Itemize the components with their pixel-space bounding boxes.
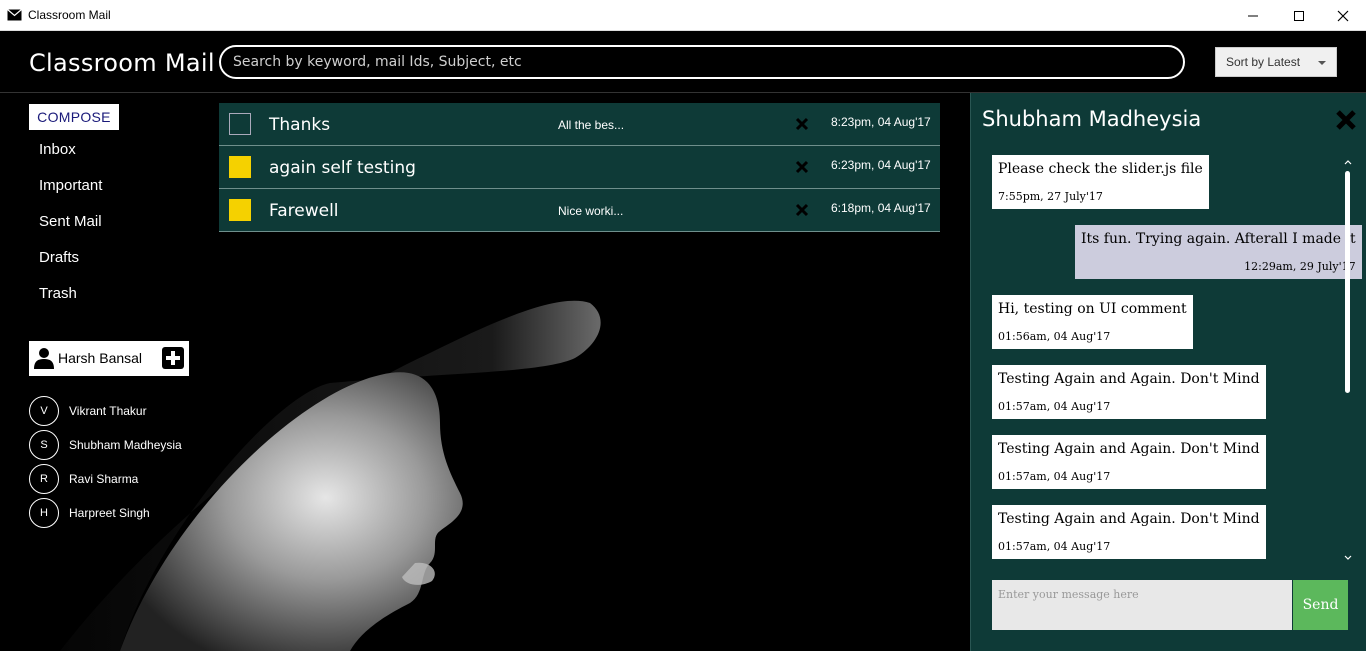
- mail-subject: Farewell: [269, 201, 339, 221]
- chevron-down-icon: [1318, 61, 1326, 65]
- mail-row[interactable]: Thanks All the bes... 8:23pm, 04 Aug'17: [219, 103, 940, 146]
- maximize-button[interactable]: [1276, 0, 1322, 31]
- nav-item-drafts[interactable]: Drafts: [39, 249, 102, 285]
- message-text: Testing Again and Again. Don't Mind: [998, 441, 1260, 457]
- mail-subject: again self testing: [269, 158, 416, 178]
- contact-avatar: V: [29, 396, 59, 426]
- message-text: Testing Again and Again. Don't Mind: [998, 371, 1260, 387]
- chat-message-own: Its fun. Trying again. Afterall I made i…: [1075, 225, 1362, 279]
- mail-list: Thanks All the bes... 8:23pm, 04 Aug'17 …: [219, 103, 940, 232]
- message-time: 01:57am, 04 Aug'17: [998, 400, 1111, 413]
- minimize-button[interactable]: [1230, 0, 1276, 31]
- contact-name: Harpreet Singh: [69, 506, 150, 520]
- close-window-button[interactable]: [1320, 0, 1366, 31]
- message-text: Hi, testing on UI comment: [998, 301, 1187, 317]
- delete-icon[interactable]: [795, 203, 809, 217]
- chat-message: Testing Again and Again. Don't Mind 01:5…: [992, 435, 1266, 489]
- mail-snippet: Nice worki...: [558, 204, 624, 218]
- close-icon: [1337, 10, 1349, 21]
- message-time: 01:57am, 04 Aug'17: [998, 540, 1111, 553]
- nav-item-inbox[interactable]: Inbox: [39, 141, 102, 177]
- mail-time: 6:18pm, 04 Aug'17: [831, 201, 931, 215]
- app-header: Classroom Mail Sort by Latest: [0, 31, 1366, 93]
- window-title: Classroom Mail: [28, 8, 111, 22]
- chat-contact-name: Shubham Madheysia: [982, 107, 1202, 131]
- minimize-icon: [1248, 15, 1258, 16]
- brand-title: Classroom Mail: [29, 49, 215, 77]
- current-user-card: Harsh Bansal: [29, 341, 189, 376]
- window-titlebar: Classroom Mail: [0, 0, 1366, 31]
- chat-message: Testing Again and Again. Don't Mind 01:5…: [992, 365, 1266, 419]
- mail-subject: Thanks: [269, 115, 331, 135]
- message-time: 7:55pm, 27 July'17: [998, 190, 1103, 203]
- mail-icon: [7, 9, 22, 21]
- chat-message: Please check the slider.js file 7:55pm, …: [992, 155, 1209, 209]
- contact-avatar: H: [29, 498, 59, 528]
- message-text: Its fun. Trying again. Afterall I made i…: [1081, 231, 1356, 247]
- nav-item-sent-mail[interactable]: Sent Mail: [39, 213, 102, 249]
- mail-checkbox[interactable]: [229, 113, 251, 135]
- mail-snippet: All the bes...: [558, 118, 625, 132]
- sort-dropdown[interactable]: Sort by Latest: [1215, 47, 1337, 77]
- contact-name: Shubham Madheysia: [69, 438, 182, 452]
- chat-message: Hi, testing on UI comment 01:56am, 04 Au…: [992, 295, 1193, 349]
- add-contact-icon[interactable]: [162, 347, 184, 369]
- chat-scrollbar[interactable]: [1343, 155, 1353, 565]
- message-time: 01:57am, 04 Aug'17: [998, 470, 1111, 483]
- chat-panel: Shubham Madheysia Please check the slide…: [970, 93, 1366, 651]
- scrollbar-thumb[interactable]: [1345, 171, 1350, 393]
- message-time: 01:56am, 04 Aug'17: [998, 330, 1111, 343]
- delete-icon[interactable]: [795, 117, 809, 131]
- message-text: Testing Again and Again. Don't Mind: [998, 511, 1260, 527]
- contact-avatar: R: [29, 464, 59, 494]
- sort-label: Sort by Latest: [1226, 55, 1301, 69]
- contact-avatar: S: [29, 430, 59, 460]
- delete-icon[interactable]: [795, 160, 809, 174]
- current-user-name: Harsh Bansal: [58, 350, 143, 366]
- nav-item-important[interactable]: Important: [39, 177, 102, 213]
- message-time: 12:29am, 29 July'17: [1244, 260, 1356, 273]
- search-input[interactable]: [219, 45, 1185, 79]
- chevron-up-icon[interactable]: [1343, 157, 1353, 167]
- chevron-down-icon[interactable]: [1343, 553, 1353, 563]
- user-icon: [34, 348, 54, 369]
- close-chat-icon[interactable]: [1335, 109, 1357, 131]
- maximize-icon: [1294, 10, 1304, 21]
- mail-checkbox[interactable]: [229, 156, 251, 178]
- send-button[interactable]: Send: [1293, 580, 1348, 630]
- nav-item-trash[interactable]: Trash: [39, 285, 102, 321]
- mail-time: 6:23pm, 04 Aug'17: [831, 158, 931, 172]
- message-input[interactable]: [992, 580, 1292, 630]
- contact-name: Vikrant Thakur: [69, 404, 147, 418]
- mail-checkbox[interactable]: [229, 199, 251, 221]
- chat-message: Testing Again and Again. Don't Mind 01:5…: [992, 505, 1266, 559]
- mail-row[interactable]: again self testing 6:23pm, 04 Aug'17: [219, 146, 940, 189]
- contact-name: Ravi Sharma: [69, 472, 139, 486]
- message-text: Please check the slider.js file: [998, 161, 1203, 177]
- mail-row[interactable]: Farewell Nice worki... 6:18pm, 04 Aug'17: [219, 189, 940, 232]
- compose-button[interactable]: COMPOSE: [29, 104, 119, 130]
- folder-nav: Inbox Important Sent Mail Drafts Trash: [39, 141, 102, 321]
- sidebar: COMPOSE Inbox Important Sent Mail Drafts…: [0, 93, 210, 651]
- mail-time: 8:23pm, 04 Aug'17: [831, 115, 931, 129]
